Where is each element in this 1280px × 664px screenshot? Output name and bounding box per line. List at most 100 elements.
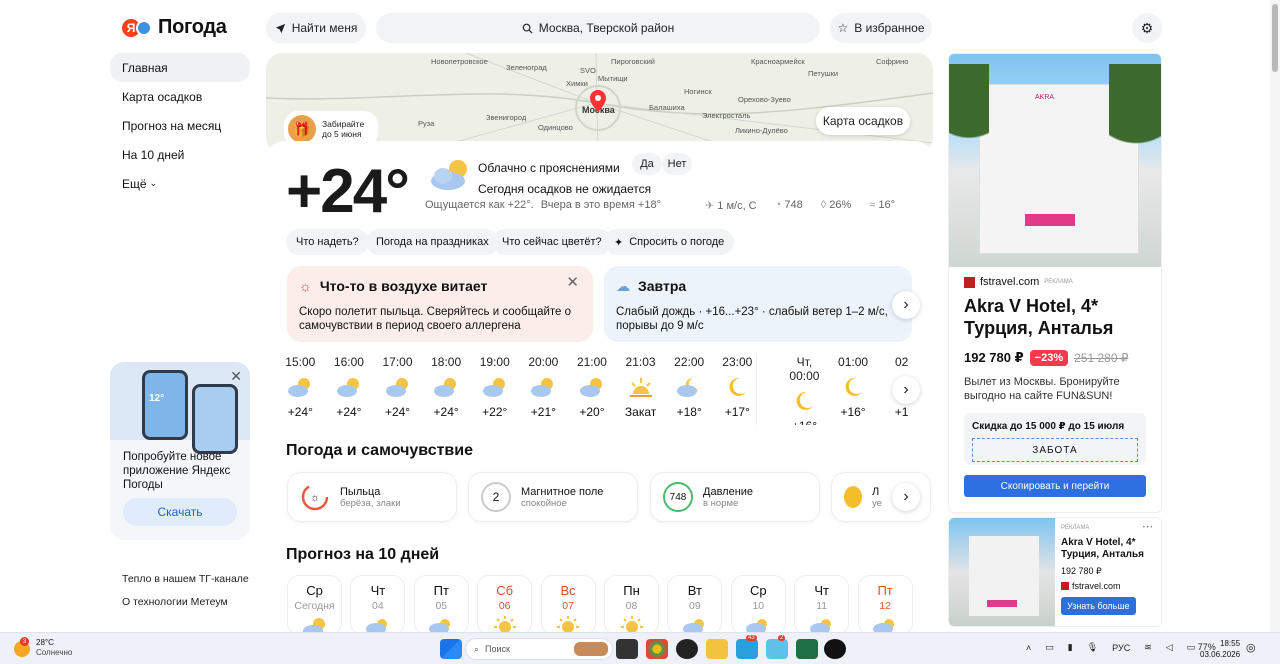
- forecast-day[interactable]: Пн 08: [604, 575, 659, 635]
- suggestion-what-to-wear[interactable]: Что надеть?: [286, 229, 369, 255]
- pressure-sub: в норме: [703, 497, 739, 509]
- map-label: Зеленоград: [506, 63, 547, 72]
- settings-button[interactable]: ⚙: [1132, 13, 1162, 43]
- more-dots-icon[interactable]: ⋯: [1142, 520, 1153, 533]
- moon-icon: [834, 369, 873, 405]
- folder-icon[interactable]: [706, 639, 728, 659]
- taskbar-search[interactable]: ⌕ Поиск: [465, 638, 613, 660]
- app-icon[interactable]: [676, 639, 698, 659]
- ad2-source: fstravel.com: [1061, 581, 1157, 591]
- suggestion-ask-label: Спросить о погоде: [629, 236, 725, 248]
- forecast-day[interactable]: Чт 04: [350, 575, 406, 635]
- magnetic-card[interactable]: 2 Магнитное поле спокойное: [468, 472, 638, 522]
- nav-item-10days[interactable]: На 10 дней: [110, 140, 250, 169]
- notifications-icon[interactable]: ◎: [1246, 641, 1256, 654]
- forecast-day[interactable]: Пт 12: [857, 575, 913, 635]
- condition-block: Облачно с прояснениями Сегодня осадков н…: [478, 158, 651, 200]
- day-date: 09: [689, 600, 701, 612]
- scrollbar[interactable]: [1270, 0, 1280, 632]
- day-name: Пн: [623, 583, 640, 598]
- search-field[interactable]: Москва, Тверской район: [376, 13, 820, 43]
- pollen-card[interactable]: ☼ Пыльца берёза, злаки: [287, 472, 457, 522]
- precip-map-button[interactable]: Карта осадков: [816, 107, 910, 135]
- messenger-icon[interactable]: 2: [766, 635, 788, 659]
- nav-item-precip-map[interactable]: Карта осадков: [110, 82, 250, 111]
- forecast-day[interactable]: Ср Сегодня: [287, 575, 342, 635]
- ad-promo-code[interactable]: ЗАБОТА: [972, 438, 1138, 462]
- favorites-button[interactable]: ☆ В избранное: [830, 13, 932, 43]
- logo[interactable]: Я Погода: [122, 16, 227, 39]
- close-icon[interactable]: ✕: [230, 368, 242, 385]
- ad-text: Вылет из Москвы. Бронируйте выгодно на с…: [964, 376, 1120, 402]
- meteum-link[interactable]: О технологии Метеум: [122, 596, 228, 608]
- weather-map[interactable]: Новопетровское Зеленоград Пироговский Со…: [266, 53, 933, 153]
- forecast-day[interactable]: Вт 09: [667, 575, 723, 635]
- forecast-day[interactable]: Вс 07: [540, 575, 596, 635]
- map-label: Балашиха: [649, 103, 685, 112]
- pressure-card[interactable]: 748 Давление в норме: [650, 472, 820, 522]
- hour-time: 20:00: [528, 355, 559, 369]
- map-label: Новопетровское: [431, 57, 488, 66]
- chrome-icon[interactable]: [646, 639, 668, 659]
- nav-item-more[interactable]: Ещё ⌄: [110, 169, 250, 198]
- task-view-icon[interactable]: [616, 639, 638, 659]
- nav-item-main[interactable]: Главная: [110, 53, 250, 82]
- clock[interactable]: 18:55 03.06.2026: [1200, 638, 1240, 660]
- wind-icon: ✈: [705, 200, 718, 212]
- language-indicator: РУС: [1112, 642, 1131, 653]
- partly-cloudy-icon: [330, 369, 369, 405]
- pollen-icon: ☼: [299, 278, 312, 294]
- day-name: Вс: [560, 583, 576, 598]
- app-promo: 12° ✕ Попробуйте новое приложение Яндекс…: [110, 362, 250, 540]
- hour-time: 01:00: [838, 355, 869, 369]
- windows-start-icon[interactable]: [440, 639, 462, 659]
- ad2-cta-button[interactable]: Узнать больше: [1061, 597, 1136, 615]
- scrollbar-thumb[interactable]: [1272, 4, 1278, 72]
- hour-time: 19:00: [479, 355, 510, 369]
- excel-icon[interactable]: [796, 639, 818, 659]
- wellbeing-next-arrow-icon[interactable]: ›: [892, 483, 920, 511]
- nav-item-month[interactable]: Прогноз на месяц: [110, 111, 250, 140]
- tg-channel-link[interactable]: Тепло в нашем ТГ-канале: [122, 573, 249, 585]
- ad-banner[interactable]: AKRA fstravel.com РЕКЛАМА Akra V Hotel, 4…: [948, 53, 1162, 513]
- ad-tag: РЕКЛАМА: [1044, 279, 1073, 285]
- taskbar-weather-text: 28°C Солнечно: [36, 638, 72, 658]
- taskbar-temp: 28°C: [36, 638, 54, 647]
- forecast-day[interactable]: Чт 11: [794, 575, 850, 635]
- gift-icon: 🎁: [288, 115, 316, 143]
- hotel-sign: AKRA: [1035, 94, 1055, 101]
- hourly-next-arrow-icon[interactable]: ›: [892, 376, 920, 404]
- ad-old-price: 251 280 ₽: [1074, 351, 1129, 365]
- forecast-day[interactable]: Ср 10: [730, 575, 786, 635]
- find-me-button[interactable]: Найти меня: [266, 13, 366, 43]
- location-arrow-icon: [275, 23, 285, 33]
- forecast-day[interactable]: Пт 05: [413, 575, 469, 635]
- close-icon[interactable]: ✕: [566, 275, 579, 290]
- ad-banner-small[interactable]: РЕКЛАМА Akra V Hotel, 4* Турция, Анталья…: [948, 517, 1162, 627]
- suggestion-blooming[interactable]: Что сейчас цветёт?: [492, 229, 612, 255]
- app-icon-2[interactable]: [824, 639, 846, 659]
- partly-cloudy-icon: [427, 369, 466, 405]
- suggestion-holidays[interactable]: Погода на праздниках: [366, 229, 499, 255]
- suggestion-ask[interactable]: ✦ Спросить о погоде: [604, 229, 735, 255]
- ad-cta-button[interactable]: Скопировать и перейти: [964, 475, 1146, 497]
- yes-button[interactable]: Да: [632, 153, 662, 175]
- telegram-icon[interactable]: 43: [736, 635, 758, 659]
- alert-card[interactable]: ☼ Что-то в воздухе витает Скоро полетит п…: [287, 266, 593, 342]
- partly-cloudy-icon: [378, 369, 417, 405]
- wifi-icon: ≋: [1144, 642, 1152, 652]
- humidity-param: ◊ 26%: [821, 199, 852, 212]
- magnetic-value: 2: [492, 490, 500, 504]
- pressure-gauge-value: 748: [669, 491, 687, 503]
- system-tray[interactable]: ˄ ▭ ▮ 🎙 РУС ≋ ◁ ▭ 77%: [1026, 642, 1216, 653]
- download-button[interactable]: Скачать: [123, 498, 237, 526]
- sunset-icon: [621, 369, 660, 405]
- no-button[interactable]: Нет: [662, 153, 692, 175]
- next-arrow-icon[interactable]: ›: [892, 291, 920, 319]
- taskbar-weather[interactable]: 3 28°C Солнечно: [14, 637, 72, 658]
- tomorrow-card[interactable]: ☁ Завтра Слабый дождь · +16...+23° · слаб…: [604, 266, 912, 342]
- pollen-gauge-icon: ☼: [301, 483, 329, 511]
- svg-text:☼: ☼: [310, 492, 320, 504]
- map-label: Пироговский: [611, 57, 655, 66]
- forecast-day[interactable]: Сб 06: [477, 575, 533, 635]
